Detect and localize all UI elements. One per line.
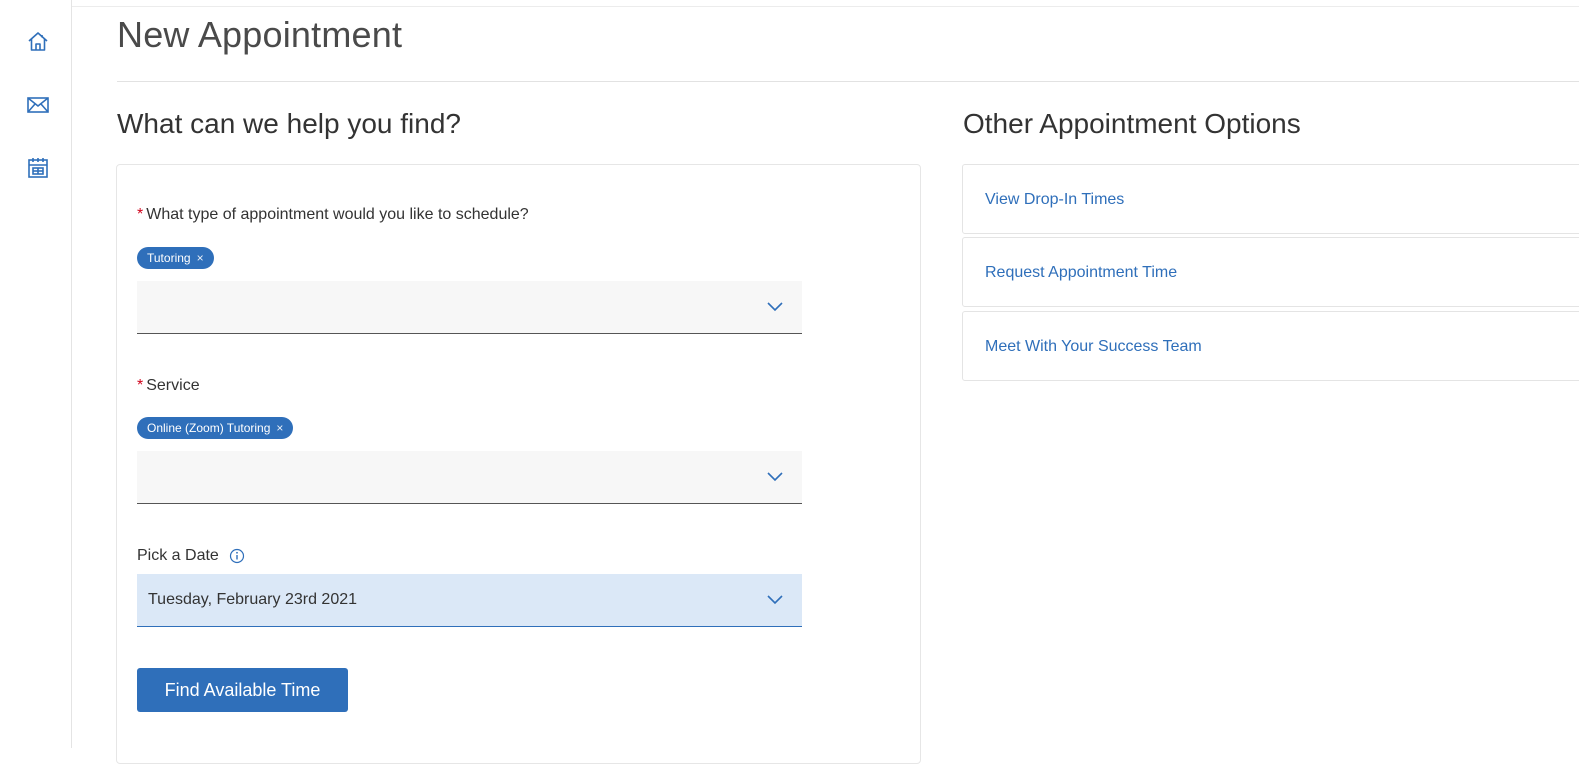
home-icon[interactable] — [24, 28, 52, 56]
left-sidebar — [0, 0, 72, 748]
chip-remove-icon[interactable]: × — [276, 421, 283, 435]
search-heading: What can we help you find? — [117, 108, 461, 139]
mail-icon[interactable] — [24, 91, 52, 119]
chevron-down-icon — [767, 472, 783, 482]
option-request-appointment-time[interactable]: Request Appointment Time — [962, 237, 1579, 307]
appointment-type-chip: Tutoring × — [137, 247, 214, 269]
option-view-drop-in-times[interactable]: View Drop-In Times — [962, 164, 1579, 234]
info-icon[interactable] — [229, 548, 245, 564]
page-title: New Appointment — [117, 14, 403, 55]
service-chip: Online (Zoom) Tutoring × — [137, 417, 294, 439]
title-divider — [117, 81, 1579, 82]
service-select[interactable] — [137, 451, 802, 504]
required-marker: * — [137, 377, 144, 394]
option-meet-success-team[interactable]: Meet With Your Success Team — [962, 311, 1579, 381]
top-divider — [72, 6, 1579, 7]
other-options-heading: Other Appointment Options — [963, 108, 1301, 139]
appointment-type-select[interactable] — [137, 281, 802, 334]
service-label: * Service — [137, 377, 200, 394]
required-marker: * — [137, 206, 144, 223]
date-picker[interactable]: Tuesday, February 23rd 2021 — [137, 574, 802, 627]
appointment-type-label: * What type of appointment would you like… — [137, 206, 529, 223]
chevron-down-icon — [767, 302, 783, 312]
chevron-down-icon — [767, 595, 783, 605]
date-value: Tuesday, February 23rd 2021 — [148, 591, 358, 608]
find-available-time-button[interactable]: Find Available Time — [137, 668, 348, 712]
calendar-icon[interactable] — [24, 154, 52, 182]
date-label: Pick a Date — [137, 547, 245, 565]
chip-remove-icon[interactable]: × — [197, 251, 204, 265]
